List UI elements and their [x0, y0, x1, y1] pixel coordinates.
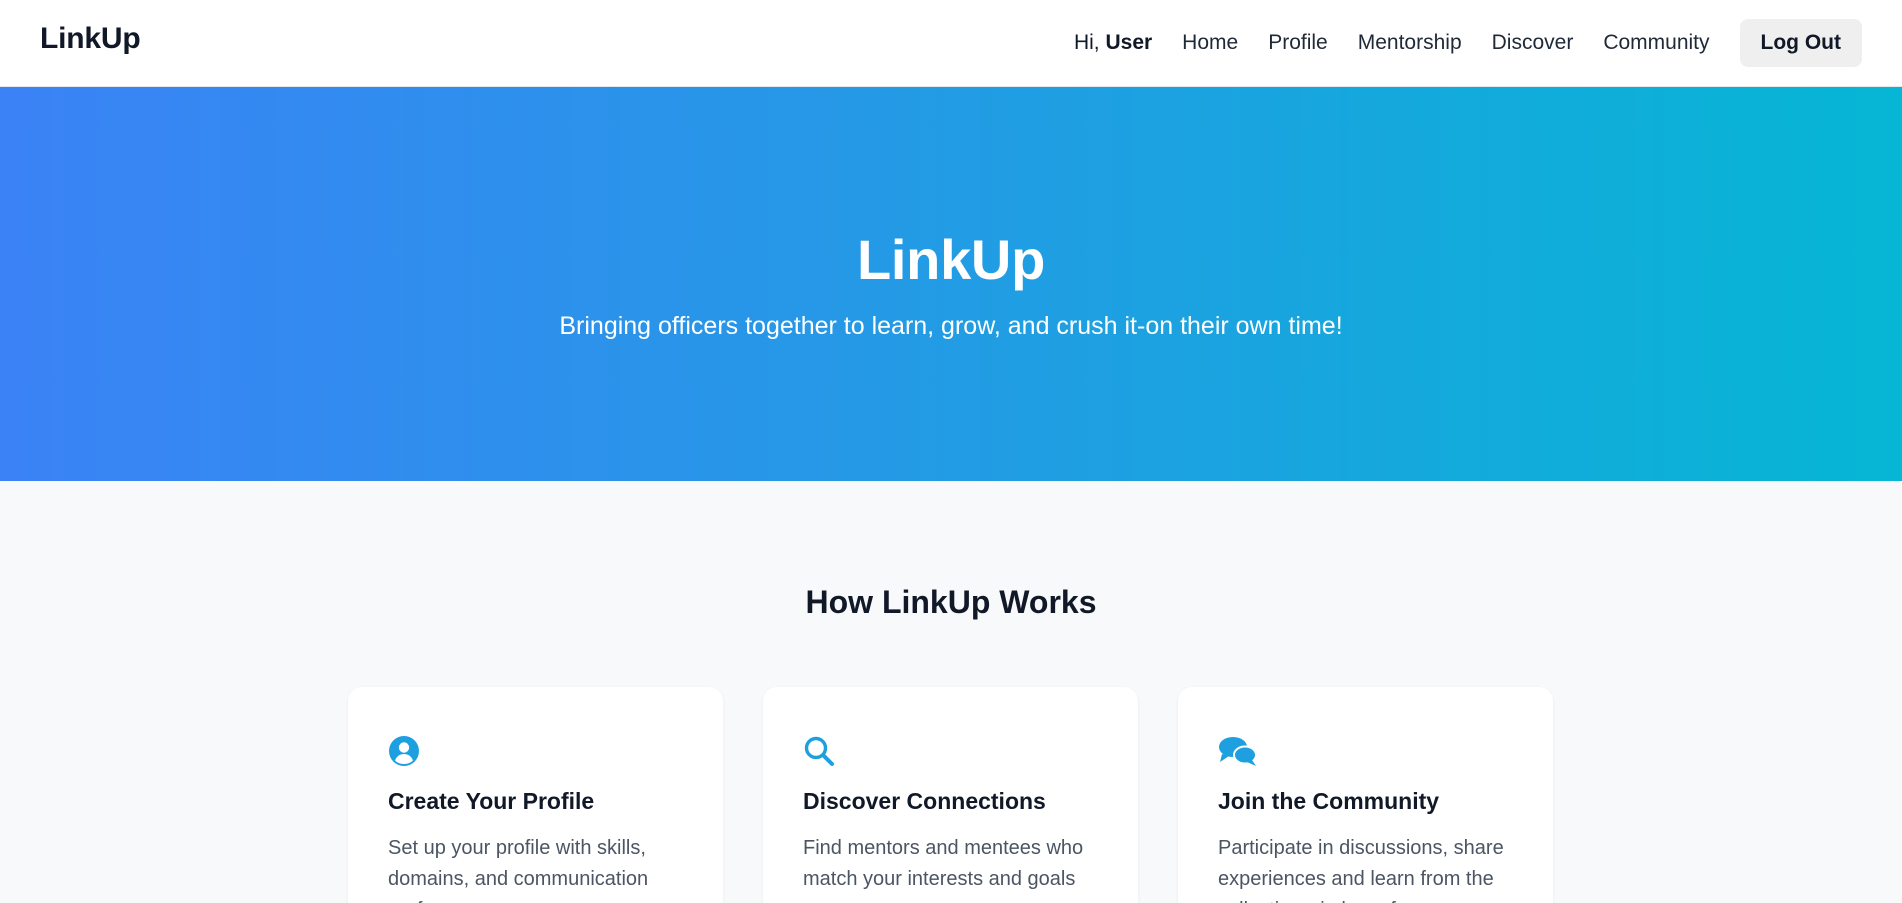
- nav-link-community[interactable]: Community: [1603, 31, 1709, 55]
- user-name: User: [1105, 31, 1153, 54]
- feature-card-community: Join the Community Participate in discus…: [1178, 687, 1553, 903]
- brand-logo[interactable]: LinkUp: [40, 22, 141, 56]
- hero-banner: LinkUp Bringing officers together to lea…: [0, 87, 1902, 481]
- user-circle-icon: [389, 736, 419, 766]
- nav-link-home[interactable]: Home: [1182, 31, 1238, 55]
- feature-card-profile: Create Your Profile Set up your profile …: [348, 687, 723, 903]
- feature-card-description: Find mentors and mentees who match your …: [803, 837, 1084, 890]
- feature-card-description: Set up your profile with skills, domains…: [388, 837, 649, 903]
- nav-menu: Hi, User Home Profile Mentorship Discove…: [1074, 19, 1862, 67]
- feature-card-title: Join the Community: [1218, 788, 1440, 814]
- nav-link-mentorship[interactable]: Mentorship: [1358, 31, 1462, 55]
- greeting-prefix: Hi,: [1073, 31, 1106, 54]
- feature-card-discover: Discover Connections Find mentors and me…: [763, 687, 1138, 903]
- hero-subtitle: Bringing officers together to learn, gro…: [559, 312, 1343, 340]
- how-it-works-title: How LinkUp Works: [805, 584, 1097, 620]
- comments-icon: [1219, 737, 1257, 766]
- feature-card-title: Create Your Profile: [388, 788, 595, 814]
- nav-link-discover[interactable]: Discover: [1492, 31, 1574, 55]
- feature-card-description: Participate in discussions, share experi…: [1218, 837, 1504, 903]
- top-navbar: LinkUp Hi, User Home Profile Mentorship …: [0, 0, 1902, 87]
- logout-button[interactable]: Log Out: [1739, 19, 1862, 67]
- search-icon: [804, 736, 834, 766]
- nav-link-profile[interactable]: Profile: [1268, 31, 1328, 55]
- hero-title: LinkUp: [857, 228, 1045, 291]
- user-greeting: Hi, User: [1074, 31, 1152, 55]
- feature-card-title: Discover Connections: [803, 788, 1046, 814]
